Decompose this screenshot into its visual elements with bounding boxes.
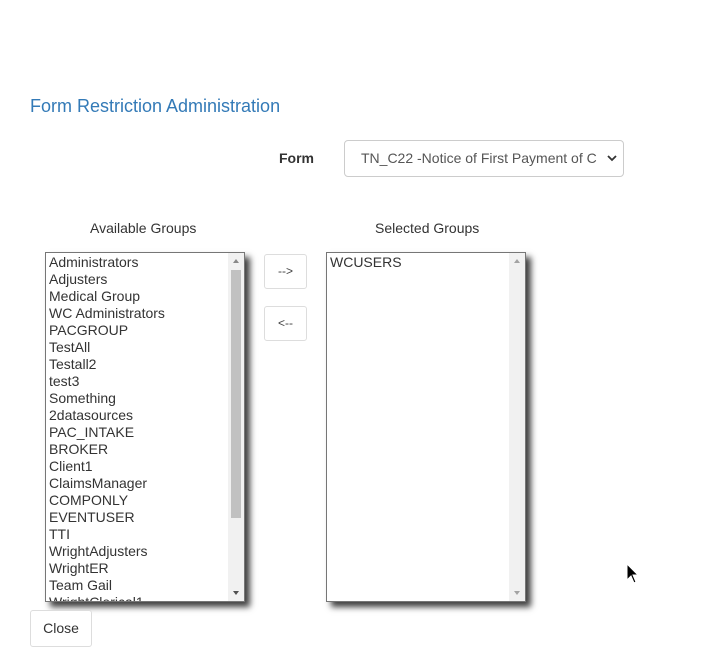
add-group-button[interactable]: --> [264,254,307,289]
scroll-up-arrow-icon[interactable] [509,253,525,269]
list-option[interactable]: test3 [48,373,226,390]
list-option[interactable]: ClaimsManager [48,475,226,492]
scroll-down-arrow-icon[interactable] [509,585,525,601]
list-option[interactable]: Team Gail [48,577,226,594]
available-groups-heading: Available Groups [90,220,197,236]
list-option[interactable]: COMPONLY [48,492,226,509]
list-option[interactable]: PACGROUP [48,322,226,339]
scroll-up-arrow-icon[interactable] [228,253,244,269]
list-option[interactable]: WrightER [48,560,226,577]
list-option[interactable]: 2datasources [48,407,226,424]
list-option[interactable]: Something [48,390,226,407]
selected-groups-items: WCUSERS [329,254,507,271]
list-option[interactable]: WC Administrators [48,305,226,322]
list-option[interactable]: TestAll [48,339,226,356]
selected-groups-heading: Selected Groups [375,220,480,236]
list-option[interactable]: PAC_INTAKE [48,424,226,441]
selected-groups-scrollbar[interactable] [509,253,525,601]
list-option[interactable]: WrightAdjusters [48,543,226,560]
available-groups-listbox[interactable]: Administrators Adjusters Medical Group WC A… [45,252,245,602]
list-option[interactable]: TTI [48,526,226,543]
list-option[interactable]: Medical Group [48,288,226,305]
scroll-down-arrow-icon[interactable] [228,585,244,601]
list-option[interactable]: BROKER [48,441,226,458]
close-button[interactable]: Close [30,610,92,647]
mouse-cursor-icon [626,563,640,584]
list-option[interactable]: WCUSERS [329,254,507,271]
form-select-value: TN_C22 -Notice of First Payment of C [361,150,597,166]
page-title: Form Restriction Administration [30,96,281,116]
list-option[interactable]: Testall2 [48,356,226,373]
list-option[interactable]: Client1 [48,458,226,475]
chevron-down-icon [607,155,617,162]
form-select[interactable]: TN_C22 -Notice of First Payment of C [344,140,624,177]
selected-groups-listbox[interactable]: WCUSERS [326,252,526,602]
scroll-thumb[interactable] [231,270,241,518]
available-groups-scrollbar[interactable] [228,253,244,601]
list-option[interactable]: Administrators [48,254,226,271]
available-groups-items: Administrators Adjusters Medical Group WC A… [48,254,226,601]
list-option[interactable]: Adjusters [48,271,226,288]
remove-group-button[interactable]: <-- [264,306,307,341]
list-option[interactable]: WrightClerical1 [48,594,226,601]
list-option[interactable]: EVENTUSER [48,509,226,526]
form-label: Form [279,150,314,166]
